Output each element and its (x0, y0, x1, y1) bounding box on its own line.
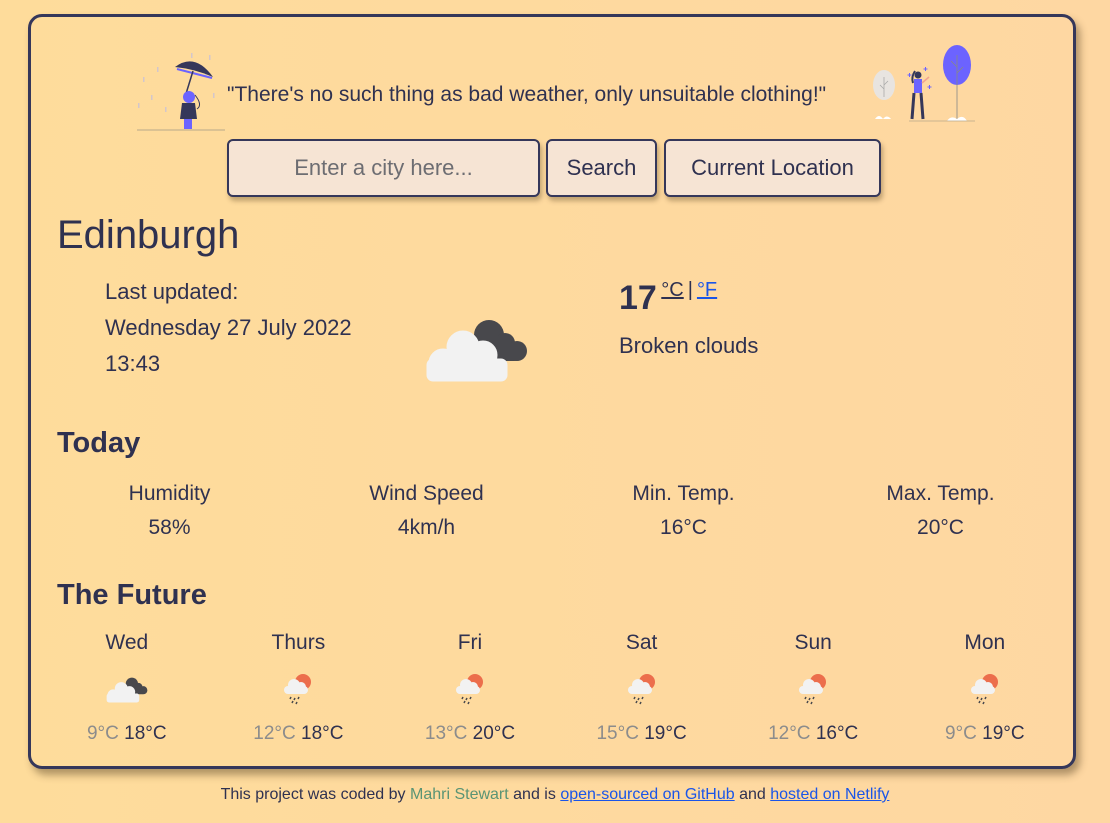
fahrenheit-link[interactable]: °F (697, 279, 717, 301)
footer: This project was coded by Mahri Stewart … (0, 786, 1110, 804)
current-temperature: 17 °C | °F (619, 279, 717, 318)
stat-label: Humidity (128, 482, 211, 505)
forecast-max: 19°C (982, 723, 1025, 744)
future-heading: The Future (57, 579, 207, 611)
forecast-day-name: Mon (964, 631, 1006, 654)
rain-sun-icon (627, 674, 655, 705)
stat-value: 58% (148, 516, 191, 539)
umbrella-woman-illustration (137, 53, 225, 131)
city-search-input[interactable]: Enter a city here... (227, 139, 540, 197)
celsius-link[interactable]: °C (661, 279, 683, 301)
broken-clouds-icon (106, 677, 148, 703)
forecast-min: 9°C (86, 723, 119, 744)
forecast-min: 13°C (424, 723, 468, 744)
forecast-max: 20°C (472, 723, 516, 744)
forecast-day-name: Thurs (271, 631, 326, 654)
stat-max-temp: Max. Temp. 20°C (812, 477, 1069, 545)
stat-humidity: Humidity 58% (41, 477, 298, 545)
forecast-day: Sun 12°C 16°C (727, 627, 899, 749)
forecast-day: Mon 9°C 19°C (899, 627, 1071, 749)
stat-value: 16°C (660, 516, 707, 539)
forecast-day: Sat 15°C 19°C (556, 627, 728, 749)
forecast-day-name: Sat (625, 631, 658, 654)
rain-sun-icon (970, 674, 998, 705)
footer-and: and (739, 786, 766, 803)
city-search-placeholder: Enter a city here... (294, 155, 473, 180)
author-name: Mahri Stewart (410, 786, 509, 803)
unit-separator: | (687, 279, 693, 301)
stat-min-temp: Min. Temp. 16°C (555, 477, 812, 545)
footer-middle: and is (513, 786, 556, 803)
city-name: Edinburgh (57, 213, 240, 257)
netlify-link[interactable]: hosted on Netlify (770, 786, 889, 803)
weather-card: "There's no such thing as bad weather, o… (28, 14, 1076, 769)
rain-sun-icon (799, 674, 827, 705)
forecast-day-name: Wed (105, 631, 149, 654)
rain-sun-icon (455, 674, 483, 705)
stat-wind-speed: Wind Speed 4km/h (298, 477, 555, 545)
forecast-day-name: Fri (457, 631, 483, 654)
temperature-value: 17 (619, 279, 657, 317)
last-updated-date: Wednesday 27 July 2022 (105, 315, 352, 340)
today-stats: Humidity 58% Wind Speed 4km/h Min. Temp.… (41, 477, 1071, 545)
last-updated-time: 13:43 (105, 351, 161, 376)
stat-value: 4km/h (397, 516, 456, 539)
current-location-button[interactable]: Current Location (664, 139, 881, 197)
broken-clouds-icon (426, 320, 527, 382)
github-link[interactable]: open-sourced on GitHub (560, 786, 734, 803)
today-heading: Today (57, 427, 141, 459)
forecast-day-name: Sun (794, 631, 832, 654)
forecast-day: Thurs 12°C 18°C (213, 627, 385, 749)
forecast-max: 18°C (301, 723, 344, 744)
forecast-max: 18°C (124, 723, 167, 744)
stat-value: 20°C (917, 516, 964, 539)
quote-row: "There's no such thing as bad weather, o… (31, 37, 1073, 131)
forecast-min: 12°C (253, 723, 296, 744)
forecast-list: Wed 9°C 18°C Thurs 12°C 18°C Fri 13°C 20… (41, 627, 1071, 749)
forecast-min: 12°C (768, 723, 811, 744)
forecast-min: 9°C (944, 723, 977, 744)
forecast-day: Fri 13°C 20°C (384, 627, 556, 749)
forecast-max: 16°C (815, 723, 859, 744)
footer-prefix: This project was coded by (220, 786, 406, 803)
forecast-max: 19°C (644, 723, 687, 744)
stat-label: Wind Speed (369, 482, 484, 505)
forecast-day: Wed 9°C 18°C (41, 627, 213, 749)
weather-description: Broken clouds (619, 333, 759, 358)
forecast-min: 15°C (596, 723, 639, 744)
last-updated: Last updated: Wednesday 27 July 2022 13:… (105, 274, 352, 382)
search-button[interactable]: Search (546, 139, 657, 197)
walking-woman-illustration (873, 45, 975, 122)
stat-label: Min. Temp. (632, 482, 735, 505)
rain-sun-icon (284, 674, 312, 705)
quote-text: "There's no such thing as bad weather, o… (227, 83, 827, 106)
last-updated-label: Last updated: (105, 279, 239, 304)
stat-label: Max. Temp. (886, 482, 995, 505)
